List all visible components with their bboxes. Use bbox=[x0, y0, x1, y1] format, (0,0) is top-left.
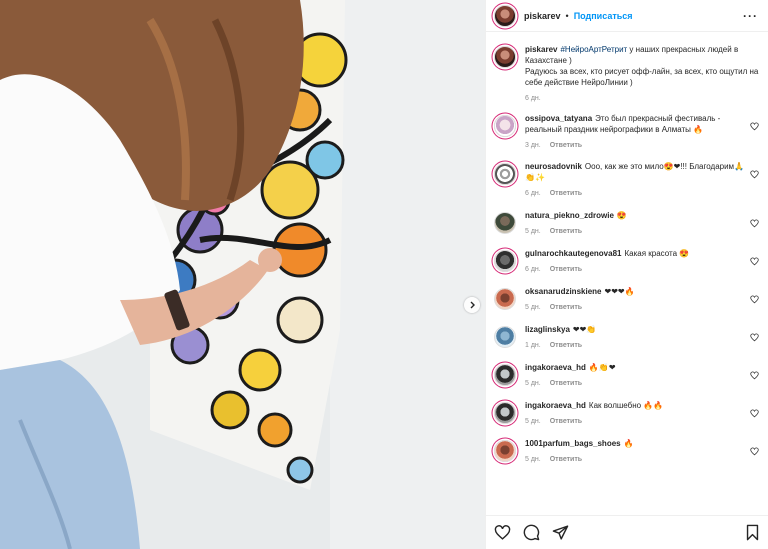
comment-like-icon[interactable] bbox=[750, 329, 759, 347]
comment-time: 3 дн. bbox=[525, 142, 541, 149]
commenter-avatar[interactable] bbox=[494, 402, 516, 424]
reply-button[interactable]: Ответить bbox=[550, 190, 582, 197]
comment-like-icon[interactable] bbox=[750, 443, 759, 461]
comment-username[interactable]: lizaglinskya bbox=[525, 325, 570, 334]
commenter-avatar[interactable] bbox=[494, 163, 516, 185]
reply-button[interactable]: Ответить bbox=[550, 142, 582, 149]
comments-list[interactable]: piskarev #НейроАртРетрит у наших прекрасн… bbox=[486, 32, 768, 515]
comment-username[interactable]: natura_piekno_zdrowie bbox=[525, 211, 614, 220]
bookmark-icon[interactable] bbox=[745, 524, 760, 541]
commenter-avatar[interactable] bbox=[494, 364, 516, 386]
caption-text-line2: Радуюсь за всех, кто рисует офф-лайн, за… bbox=[525, 67, 759, 87]
comment-item: gulnarochkautegenova81 Какая красота 😍 6 … bbox=[494, 248, 760, 275]
reply-button[interactable]: Ответить bbox=[550, 342, 582, 349]
commenter-avatar[interactable] bbox=[494, 212, 516, 234]
reply-button[interactable]: Ответить bbox=[550, 456, 582, 463]
caption-time: 6 дн. bbox=[525, 95, 541, 102]
comment-time: 5 дн. bbox=[525, 304, 541, 311]
commenter-avatar[interactable] bbox=[494, 115, 516, 137]
commenter-avatar[interactable] bbox=[494, 440, 516, 462]
reply-button[interactable]: Ответить bbox=[550, 380, 582, 387]
comment-text: 😍 bbox=[616, 211, 627, 220]
comment-username[interactable]: ingakoraeva_hd bbox=[525, 401, 586, 410]
comment-username[interactable]: 1001parfum_bags_shoes bbox=[525, 439, 621, 448]
comment-text: Какая красота 😍 bbox=[624, 249, 690, 258]
comment-like-icon[interactable] bbox=[750, 166, 759, 184]
commenter-avatar[interactable] bbox=[494, 288, 516, 310]
chevron-right-icon bbox=[468, 301, 476, 309]
comment-text: 🔥 bbox=[623, 439, 634, 448]
comment-time: 5 дн. bbox=[525, 228, 541, 235]
comment-username[interactable]: ossipova_tatyana bbox=[525, 114, 592, 123]
more-options-icon[interactable]: ··· bbox=[743, 9, 758, 23]
comment-username[interactable]: neurosadovnik bbox=[525, 162, 582, 171]
reply-button[interactable]: Ответить bbox=[550, 266, 582, 273]
comment-time: 5 дн. bbox=[525, 456, 541, 463]
post-photo bbox=[0, 0, 485, 549]
comment-like-icon[interactable] bbox=[750, 367, 759, 385]
reply-button[interactable]: Ответить bbox=[550, 304, 582, 311]
caption-avatar[interactable] bbox=[494, 46, 516, 68]
comment-icon[interactable] bbox=[523, 524, 540, 541]
caption-username[interactable]: piskarev bbox=[525, 45, 557, 54]
comment-time: 6 дн. bbox=[525, 190, 541, 197]
comment-item: ossipova_tatyana Это был прекрасный фести… bbox=[494, 113, 760, 151]
reply-button[interactable]: Ответить bbox=[550, 418, 582, 425]
comment-time: 5 дн. bbox=[525, 380, 541, 387]
comment-text: 🔥👏❤ bbox=[588, 363, 616, 372]
comment-like-icon[interactable] bbox=[750, 215, 759, 233]
comment-time: 6 дн. bbox=[525, 266, 541, 273]
comment-text: ❤❤❤🔥 bbox=[604, 287, 635, 296]
commenter-avatar[interactable] bbox=[494, 250, 516, 272]
comment-item: ingakoraeva_hd Как волшебно 🔥🔥 5 дн. Ответ… bbox=[494, 400, 760, 427]
comment-username[interactable]: ingakoraeva_hd bbox=[525, 363, 586, 372]
post-details-panel: piskarev • Подписаться ··· piskarev #Нейр… bbox=[485, 0, 768, 549]
comment-time: 1 дн. bbox=[525, 342, 541, 349]
author-username[interactable]: piskarev bbox=[524, 11, 561, 21]
caption-hashtag[interactable]: #НейроАртРетрит bbox=[560, 45, 627, 54]
heart-icon[interactable] bbox=[494, 524, 511, 541]
comment-like-icon[interactable] bbox=[750, 253, 759, 271]
comment-item: neurosadovnik Ооо, как же это мило😍❤!!! Б… bbox=[494, 161, 760, 199]
comment-text: Как волшебно 🔥🔥 bbox=[588, 401, 664, 410]
comment-item: lizaglinskya ❤❤👏 1 дн. Ответить bbox=[494, 324, 760, 351]
post-actions-bar bbox=[486, 515, 768, 549]
caption: piskarev #НейроАртРетрит у наших прекрасн… bbox=[494, 44, 760, 104]
comment-like-icon[interactable] bbox=[750, 405, 759, 423]
post-header: piskarev • Подписаться ··· bbox=[486, 0, 768, 32]
comment-like-icon[interactable] bbox=[750, 291, 759, 309]
next-media-button[interactable] bbox=[464, 297, 480, 313]
follow-button[interactable]: Подписаться bbox=[574, 11, 633, 21]
comment-text: ❤❤👏 bbox=[572, 325, 597, 334]
comment-item: oksanarudzinskiene ❤❤❤🔥 5 дн. Ответить bbox=[494, 286, 760, 313]
post-media[interactable] bbox=[0, 0, 485, 549]
comment-item: natura_piekno_zdrowie 😍 5 дн. Ответить bbox=[494, 210, 760, 237]
comment-like-icon[interactable] bbox=[750, 118, 759, 136]
comment-username[interactable]: gulnarochkautegenova81 bbox=[525, 249, 621, 258]
separator-dot: • bbox=[565, 10, 569, 21]
comment-username[interactable]: oksanarudzinskiene bbox=[525, 287, 601, 296]
reply-button[interactable]: Ответить bbox=[550, 228, 582, 235]
author-avatar[interactable] bbox=[494, 4, 516, 27]
comment-item: ingakoraeva_hd 🔥👏❤ 5 дн. Ответить bbox=[494, 362, 760, 389]
share-icon[interactable] bbox=[552, 524, 569, 541]
commenter-avatar[interactable] bbox=[494, 326, 516, 348]
comment-item: 1001parfum_bags_shoes 🔥 5 дн. Ответить bbox=[494, 438, 760, 465]
comment-time: 5 дн. bbox=[525, 418, 541, 425]
